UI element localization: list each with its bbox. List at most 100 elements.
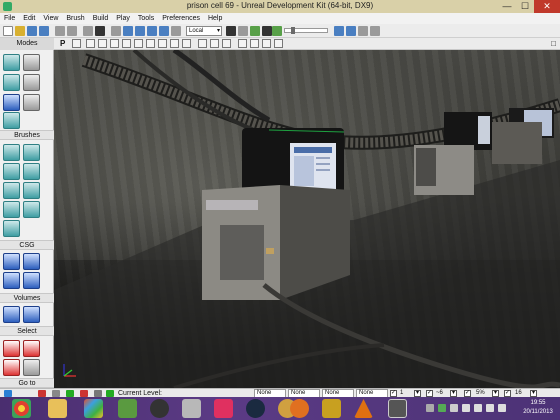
lighting-only-icon[interactable] bbox=[134, 39, 143, 48]
sheet-brush-icon[interactable] bbox=[3, 201, 20, 218]
realtime-audio-icon[interactable] bbox=[94, 390, 102, 397]
menu-brush[interactable]: Brush bbox=[62, 13, 88, 24]
photo-app-icon[interactable] bbox=[182, 399, 201, 418]
tray-icon-1[interactable] bbox=[426, 404, 434, 412]
slider-knob[interactable] bbox=[291, 27, 295, 34]
add-volume-icon[interactable] bbox=[3, 306, 20, 323]
sphere-brush-icon[interactable] bbox=[23, 201, 40, 218]
level-icon[interactable] bbox=[52, 390, 60, 397]
build-all-icon[interactable] bbox=[370, 26, 380, 36]
hide-selected-icon[interactable] bbox=[23, 340, 40, 357]
geometry-mode-icon[interactable] bbox=[23, 54, 40, 71]
menu-edit[interactable]: Edit bbox=[19, 13, 39, 24]
realtime-icon[interactable] bbox=[72, 39, 81, 48]
new-file-icon[interactable] bbox=[3, 26, 13, 36]
rotate-icon[interactable] bbox=[135, 26, 145, 36]
menu-tools[interactable]: Tools bbox=[134, 13, 158, 24]
wireframe-icon[interactable] bbox=[86, 39, 95, 48]
texture-align-icon[interactable] bbox=[23, 74, 40, 91]
lit-icon[interactable] bbox=[110, 39, 119, 48]
perspective-viewport[interactable] bbox=[54, 50, 560, 388]
scale-icon[interactable] bbox=[147, 26, 157, 36]
lightmap-density-icon[interactable] bbox=[182, 39, 191, 48]
menu-view[interactable]: View bbox=[39, 13, 62, 24]
binoculars-icon[interactable] bbox=[226, 26, 236, 36]
content-browser-icon[interactable] bbox=[262, 26, 272, 36]
translate-icon[interactable] bbox=[123, 26, 133, 36]
csg-deintersect-icon[interactable] bbox=[23, 272, 40, 289]
show-flags-icon[interactable] bbox=[210, 39, 219, 48]
shader-complexity-icon[interactable] bbox=[170, 39, 179, 48]
build-paths-icon[interactable] bbox=[358, 26, 368, 36]
invert-selection-icon[interactable] bbox=[3, 359, 20, 376]
level-visibility-icon[interactable] bbox=[106, 390, 114, 397]
perspective-button[interactable]: P bbox=[60, 39, 69, 48]
udk-taskbar-icon[interactable] bbox=[388, 399, 407, 418]
rotation-dropdown[interactable]: ▾ bbox=[450, 390, 457, 397]
detail-lighting-icon[interactable] bbox=[122, 39, 131, 48]
linear-stair-icon[interactable] bbox=[3, 182, 20, 199]
game-view-icon[interactable] bbox=[198, 39, 207, 48]
camera-speed-slider[interactable] bbox=[284, 27, 328, 34]
foliage-icon[interactable] bbox=[3, 112, 20, 129]
menu-build[interactable]: Build bbox=[89, 13, 113, 24]
build-lighting-icon[interactable] bbox=[346, 26, 356, 36]
camera-icon[interactable] bbox=[262, 39, 271, 48]
maximize-button[interactable]: ☐ bbox=[516, 0, 534, 13]
extra-snap-checkbox[interactable]: ✓ bbox=[504, 390, 511, 397]
csg-subtract-icon[interactable] bbox=[23, 253, 40, 270]
cone-brush-icon[interactable] bbox=[23, 144, 40, 161]
unlit-icon[interactable] bbox=[98, 39, 107, 48]
coordinate-system-select[interactable]: Local bbox=[186, 26, 222, 36]
steam-icon[interactable] bbox=[246, 399, 265, 418]
viewport-maximize-icon[interactable]: □ bbox=[551, 38, 556, 50]
chrome-icon[interactable] bbox=[12, 399, 31, 418]
extra-dropdown[interactable]: ▾ bbox=[530, 390, 537, 397]
menu-file[interactable]: File bbox=[0, 13, 19, 24]
drag-grid-icon[interactable] bbox=[4, 390, 12, 397]
actor-icon[interactable] bbox=[95, 26, 105, 36]
terrain-mode-icon[interactable] bbox=[3, 74, 20, 91]
scale-nonuniform-icon[interactable] bbox=[159, 26, 169, 36]
csg-add-icon[interactable] bbox=[3, 253, 20, 270]
add-special-icon[interactable] bbox=[23, 306, 40, 323]
mesh-paint-icon[interactable] bbox=[3, 94, 20, 111]
rotation-snap-checkbox[interactable]: ✓ bbox=[426, 390, 433, 397]
scale-dropdown[interactable]: ▾ bbox=[492, 390, 499, 397]
file-explorer-icon[interactable] bbox=[48, 399, 67, 418]
minimize-button[interactable]: — bbox=[498, 0, 516, 13]
battery-icon[interactable] bbox=[486, 404, 494, 412]
grid-dropdown[interactable]: ▾ bbox=[414, 390, 421, 397]
curved-stair-icon[interactable] bbox=[23, 163, 40, 180]
spiral-stair-icon[interactable] bbox=[23, 182, 40, 199]
signal-icon[interactable] bbox=[498, 404, 506, 412]
flag-icon[interactable] bbox=[462, 404, 470, 412]
game-app-icon[interactable] bbox=[322, 399, 341, 418]
menu-preferences[interactable]: Preferences bbox=[158, 13, 204, 24]
matinee-icon[interactable] bbox=[272, 26, 282, 36]
show-all-icon[interactable] bbox=[23, 359, 40, 376]
play-in-viewport-icon[interactable] bbox=[238, 39, 247, 48]
static-mesh-icon[interactable] bbox=[23, 94, 40, 111]
select-arrow-icon[interactable] bbox=[111, 26, 121, 36]
tray-icon-2[interactable] bbox=[438, 404, 446, 412]
close-x-icon[interactable] bbox=[38, 390, 46, 397]
camera-mode-icon[interactable] bbox=[3, 54, 20, 71]
system-clock[interactable]: 19:55 20/11/2013 bbox=[518, 399, 558, 417]
kismet-icon[interactable] bbox=[250, 26, 260, 36]
scale-snap-checkbox[interactable]: ✓ bbox=[464, 390, 471, 397]
orange-app-icon[interactable] bbox=[290, 399, 309, 418]
cylinder-brush-icon[interactable] bbox=[3, 163, 20, 180]
light-complexity-icon[interactable] bbox=[146, 39, 155, 48]
volumetric-brush-icon[interactable] bbox=[3, 220, 20, 237]
open-folder-icon[interactable] bbox=[15, 26, 25, 36]
cube-brush-icon[interactable] bbox=[3, 144, 20, 161]
build-geometry-icon[interactable] bbox=[334, 26, 344, 36]
save-icon[interactable] bbox=[27, 26, 37, 36]
save-all-icon[interactable] bbox=[39, 26, 49, 36]
show-selected-icon[interactable] bbox=[3, 340, 20, 357]
grid-icon[interactable] bbox=[274, 39, 283, 48]
close-button[interactable]: ✕ bbox=[534, 0, 560, 13]
find-icon[interactable] bbox=[238, 26, 248, 36]
network-icon[interactable] bbox=[450, 404, 458, 412]
